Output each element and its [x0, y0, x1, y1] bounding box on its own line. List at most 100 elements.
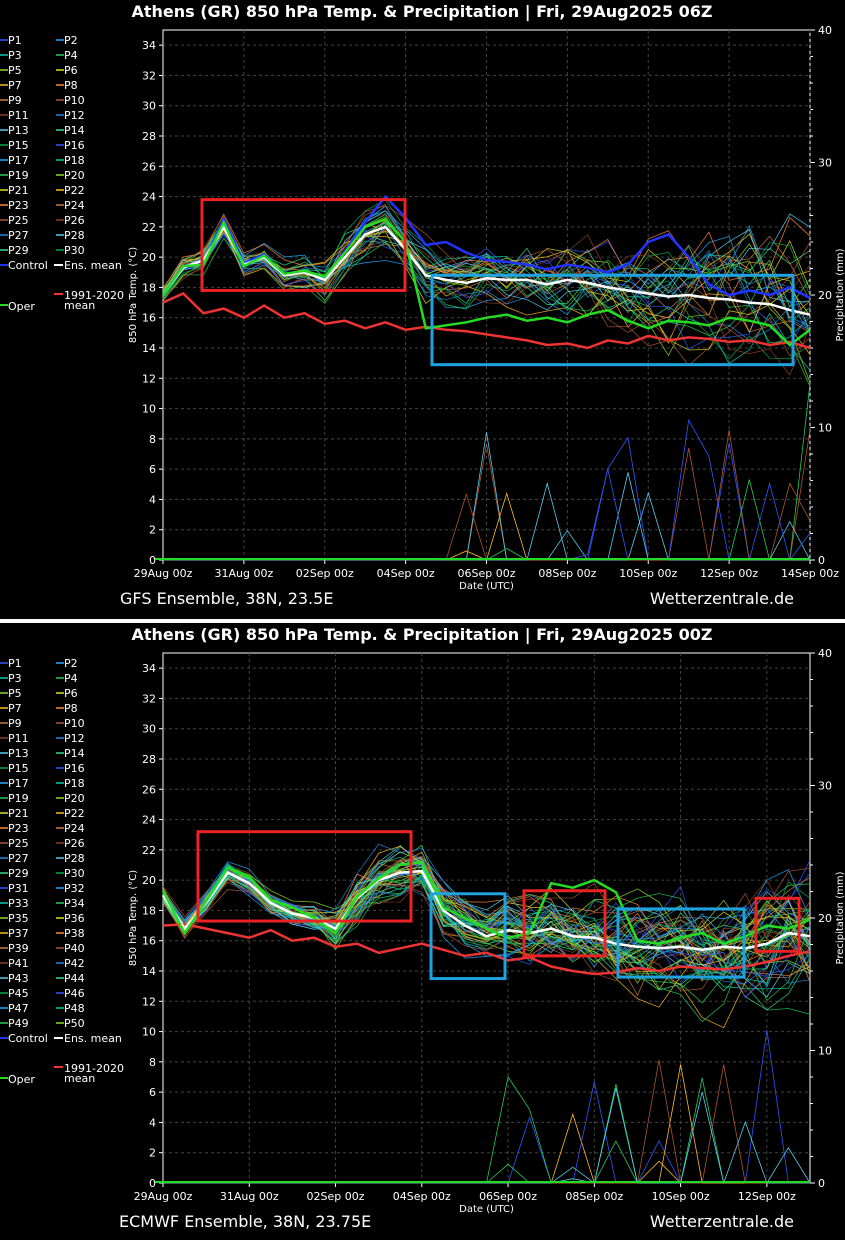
y2-tick-label: 10 [818, 422, 832, 435]
legend-label-p10: P10 [64, 717, 85, 730]
legend-label-p48: P48 [64, 1002, 85, 1015]
legend-label-p27: P27 [8, 852, 29, 865]
legend-label-p28: P28 [64, 229, 85, 242]
legend-label-p25: P25 [8, 214, 29, 227]
y-tick-label: 28 [142, 753, 156, 766]
legend-label-p37: P37 [8, 927, 29, 940]
x-tick-label: 12Sep 00z [700, 567, 758, 580]
legend-label-p30: P30 [64, 867, 85, 880]
y2-tick-label: 0 [818, 554, 825, 567]
y2-tick-label: 40 [818, 24, 832, 37]
legend-label-p3: P3 [8, 672, 22, 685]
legend-label-p11: P11 [8, 109, 29, 122]
legend-label-p3: P3 [8, 49, 22, 62]
x-tick-label: 06Sep 00z [479, 1190, 537, 1203]
legend-label-p2: P2 [64, 657, 78, 670]
legend-label-climate-mean: mean [64, 1072, 95, 1085]
y2-tick-label: 10 [818, 1045, 832, 1058]
legend-label-climate-mean: mean [64, 299, 95, 312]
precip-line [163, 492, 810, 561]
precip-line [163, 1088, 810, 1185]
legend-label-p26: P26 [64, 837, 85, 850]
x-axis-label: Date (UTC) [459, 1204, 514, 1215]
y-tick-label: 16 [142, 935, 156, 948]
legend-label-p43: P43 [8, 972, 29, 985]
legend-label-p6: P6 [64, 687, 78, 700]
legend: P1 P2 P3 P4 P5 P6 P7 P8 P9 P10 P11 P12 P13 P14 P15 P16 P… [0, 34, 124, 313]
y-tick-label: 10 [142, 403, 156, 416]
legend-label-p34: P34 [64, 897, 85, 910]
model-footer: GFS Ensemble, 38N, 23.5E [120, 589, 333, 608]
y-tick-label: 12 [142, 995, 156, 1008]
gfs-chart: Athens (GR) 850 hPa Temp. & Precipitatio… [0, 2, 845, 608]
legend-label-p44: P44 [64, 972, 85, 985]
x-axis-label: Date (UTC) [459, 581, 514, 592]
legend-label-p14: P14 [64, 747, 85, 760]
precip-line [163, 1059, 810, 1184]
y-tick-label: 14 [142, 965, 156, 978]
y-tick-label: 32 [142, 692, 156, 705]
legend-label-p27: P27 [8, 229, 29, 242]
y-tick-label: 20 [142, 251, 156, 264]
legend-label-p5: P5 [8, 64, 22, 77]
legend-label-p5: P5 [8, 687, 22, 700]
x-tick-label: 10Sep 00z [652, 1190, 710, 1203]
legend-label-p35: P35 [8, 912, 29, 925]
x-tick-label: 29Aug 00z [134, 1190, 193, 1203]
legend: P1 P2 P3 P4 P5 P6 P7 P8 P9 P10 P11 P12 P13 P14 P15 P16 P… [0, 657, 124, 1086]
y-tick-label: 14 [142, 342, 156, 355]
legend-label-p9: P9 [8, 717, 22, 730]
y-tick-label: 6 [149, 463, 156, 476]
series-oper [161, 860, 811, 946]
x-tick-label: 02Sep 00z [307, 1190, 365, 1203]
precip-line [163, 418, 811, 561]
legend-label-p13: P13 [8, 124, 29, 137]
legend-label-p8: P8 [64, 702, 78, 715]
legend-label-p42: P42 [64, 957, 85, 970]
legend-label-p20: P20 [64, 792, 85, 805]
legend-label-control: Control [8, 259, 48, 272]
y-tick-label: 24 [142, 814, 156, 827]
legend-label-p17: P17 [8, 154, 29, 167]
legend-label-p23: P23 [8, 199, 29, 212]
x-tick-label: 04Sep 00z [393, 1190, 451, 1203]
legend-label-p22: P22 [64, 807, 85, 820]
y-tick-label: 28 [142, 130, 156, 143]
legend-label-p7: P7 [8, 702, 22, 715]
y-tick-label: 18 [142, 904, 156, 917]
source-footer: Wetterzentrale.de [650, 589, 794, 608]
legend-label-oper: Oper [8, 1073, 35, 1086]
ensemble-members [162, 199, 811, 387]
y-tick-label: 4 [149, 1116, 156, 1129]
legend-label-p46: P46 [64, 987, 85, 1000]
y-tick-label: 0 [149, 554, 156, 567]
precip-line [163, 1075, 810, 1184]
legend-label-p21: P21 [8, 184, 29, 197]
legend-label-p19: P19 [8, 169, 29, 182]
legend-label-p1: P1 [8, 34, 22, 47]
legend-label-p49: P49 [8, 1017, 29, 1030]
y2-tick-label: 40 [818, 647, 832, 660]
y-tick-label: 30 [142, 100, 156, 113]
legend-label-p21: P21 [8, 807, 29, 820]
legend-label-ens-mean: Ens. mean [64, 1032, 122, 1045]
y-tick-label: 20 [142, 874, 156, 887]
y2-tick-label: 20 [818, 912, 832, 925]
chart-title: Athens (GR) 850 hPa Temp. & Precipitatio… [131, 2, 712, 22]
legend-label-p20: P20 [64, 169, 85, 182]
y-tick-label: 8 [149, 1056, 156, 1069]
legend-label-p1: P1 [8, 657, 22, 670]
legend-label-p38: P38 [64, 927, 85, 940]
y-tick-label: 2 [149, 1147, 156, 1160]
y-tick-label: 10 [142, 1026, 156, 1039]
ecmwf-chart: Athens (GR) 850 hPa Temp. & Precipitatio… [0, 625, 845, 1231]
y-tick-label: 22 [142, 221, 156, 234]
legend-label-p4: P4 [64, 49, 78, 62]
legend-label-p31: P31 [8, 882, 29, 895]
legend-label-p15: P15 [8, 762, 29, 775]
ecmwf-chart-panel: Athens (GR) 850 hPa Temp. & Precipitatio… [0, 623, 845, 1240]
x-tick-label: 12Sep 00z [738, 1190, 796, 1203]
legend-label-p24: P24 [64, 199, 85, 212]
y-tick-label: 8 [149, 433, 156, 446]
y2-tick-label: 30 [818, 780, 832, 793]
